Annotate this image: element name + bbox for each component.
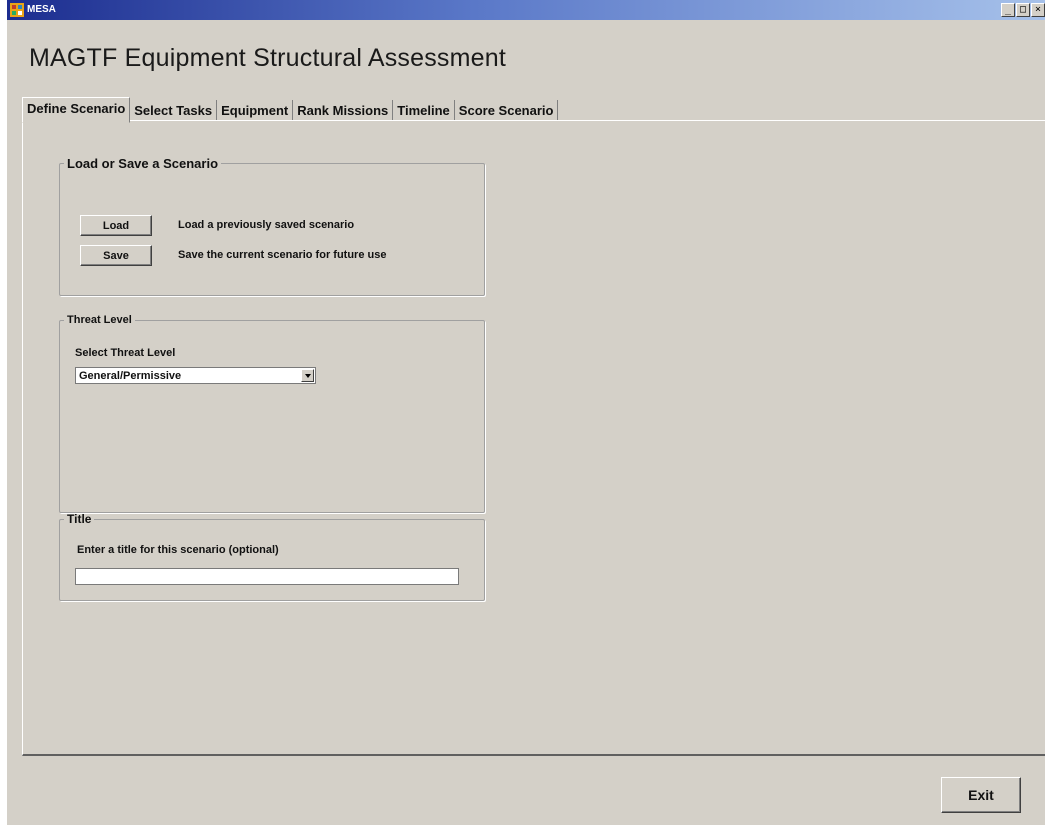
tab-equipment[interactable]: Equipment	[217, 100, 294, 121]
app-icon	[10, 3, 24, 17]
app-window: MESA _ □ × MAGTF Equipment Structural As…	[7, 0, 1045, 825]
window-title: MESA	[27, 4, 56, 15]
save-button[interactable]: Save	[80, 245, 152, 266]
window-controls: _ □ ×	[1000, 3, 1045, 17]
load-save-legend: Load or Save a Scenario	[67, 156, 219, 171]
title-prompt: Enter a title for this scenario (optiona…	[77, 544, 279, 556]
page-title: MAGTF Equipment Structural Assessment	[29, 44, 507, 72]
tab-score-scenario[interactable]: Score Scenario	[455, 100, 559, 121]
scenario-title-input[interactable]	[75, 568, 459, 585]
load-description: Load a previously saved scenario	[178, 219, 355, 231]
title-bar[interactable]: MESA _ □ ×	[7, 0, 1045, 20]
minimize-icon[interactable]: _	[1001, 3, 1015, 17]
threat-level-selected: General/Permissive	[79, 370, 182, 382]
threat-level-dropdown[interactable]: General/Permissive	[75, 367, 316, 384]
load-save-group: Load or Save a Scenario Load Load a prev…	[59, 156, 485, 296]
title-legend: Title	[67, 512, 92, 526]
threat-level-legend: Threat Level	[67, 314, 132, 326]
load-button[interactable]: Load	[80, 215, 152, 236]
exit-button[interactable]: Exit	[941, 777, 1021, 813]
threat-level-prompt: Select Threat Level	[75, 347, 176, 359]
tab-rank-missions[interactable]: Rank Missions	[293, 100, 394, 121]
save-description: Save the current scenario for future use	[178, 249, 387, 261]
title-group: Title Enter a title for this scenario (o…	[59, 512, 485, 601]
dropdown-arrow-icon[interactable]	[301, 369, 314, 382]
tab-select-tasks[interactable]: Select Tasks	[130, 100, 218, 121]
threat-level-group: Threat Level Select Threat Level General…	[59, 314, 485, 513]
close-icon[interactable]: ×	[1031, 3, 1045, 17]
tab-define-scenario[interactable]: Define Scenario	[22, 97, 131, 123]
tab-timeline[interactable]: Timeline	[393, 100, 455, 121]
define-scenario-panel: Load or Save a Scenario Load Load a prev…	[22, 120, 1045, 756]
maximize-icon[interactable]: □	[1016, 3, 1030, 17]
tab-strip: Define Scenario Select Tasks Equipment R…	[22, 97, 559, 123]
